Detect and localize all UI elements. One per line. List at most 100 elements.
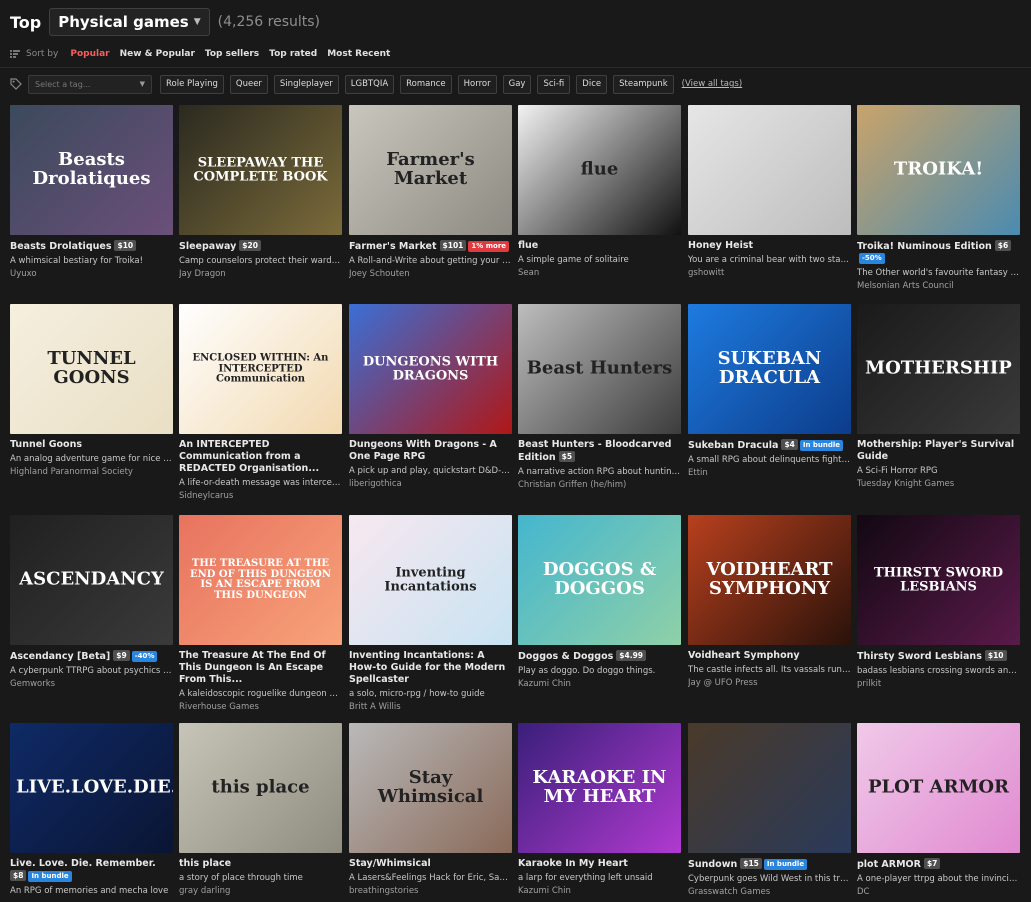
game-card[interactable]: ASCENDANCY Ascendancy [Beta] $9 -40% A cyber… xyxy=(10,515,173,691)
game-card[interactable]: KARAOKE IN MY HEART Karaoke In My Heart a … xyxy=(518,723,681,898)
game-card[interactable]: TROIKA! Troika! Numinous Edition $6 -50% The… xyxy=(857,105,1020,293)
tag-filter-role-playing[interactable]: Role Playing xyxy=(160,74,224,94)
game-card[interactable]: PLOT ARMOR plot ARMOR $7 A one-player ttrpg… xyxy=(857,723,1020,899)
game-author[interactable]: Uyuxo xyxy=(10,268,173,281)
game-title[interactable]: plot ARMOR xyxy=(857,859,921,870)
game-cover-image[interactable]: Farmer's Market xyxy=(349,105,512,235)
game-card[interactable]: MOTHERSHIP Mothership: Player's Survival … xyxy=(857,304,1020,491)
game-card[interactable]: Honey Heist You are a criminal bear with … xyxy=(688,105,851,280)
game-card[interactable]: this place this place a story of place thr… xyxy=(179,723,342,898)
game-author[interactable]: Kazumi Chin xyxy=(518,885,681,898)
game-card[interactable]: Beast Hunters Beast Hunters - Bloodcarved… xyxy=(518,304,681,492)
game-card[interactable]: THIRSTY SWORD LESBIANS Thirsty Sword Lesb… xyxy=(857,515,1020,691)
game-author[interactable]: Sean xyxy=(518,267,681,280)
tag-filter-steampunk[interactable]: Steampunk xyxy=(613,74,674,94)
tag-filter-queer[interactable]: Queer xyxy=(229,74,268,94)
game-author[interactable]: Melsonian Arts Council xyxy=(857,280,1020,293)
game-card[interactable]: Farmer's Market Farmer's Market $101 1% mor… xyxy=(349,105,512,281)
game-title[interactable]: The Treasure At The End Of This Dungeon … xyxy=(179,650,326,685)
game-card[interactable]: TUNNEL GOONS Tunnel Goons An analog advent… xyxy=(10,304,173,479)
game-title[interactable]: Sleepaway xyxy=(179,241,236,252)
game-card[interactable]: SLEEPAWAY THE COMPLETE BOOK Sleepaway $20 C… xyxy=(179,105,342,281)
game-card[interactable]: Stay Whimsical Stay/Whimsical A Lasers&Fee… xyxy=(349,723,512,898)
game-author[interactable]: Christian Griffen (he/him) xyxy=(518,479,681,492)
sort-tab-popular[interactable]: Popular xyxy=(70,49,109,59)
game-cover-image[interactable]: SLEEPAWAY THE COMPLETE BOOK xyxy=(179,105,342,235)
game-card[interactable]: LIVE.LOVE.DIE. Live. Love. Die. Remember.… xyxy=(10,723,173,898)
game-title[interactable]: Honey Heist xyxy=(688,240,753,251)
game-title[interactable]: Mothership: Player's Survival Guide xyxy=(857,439,1014,462)
game-card[interactable]: Inventing Incantations Inventing Incantat… xyxy=(349,515,512,714)
game-cover-image[interactable]: TROIKA! xyxy=(857,105,1020,235)
game-title[interactable]: Farmer's Market xyxy=(349,241,437,252)
game-cover-image[interactable]: Stay Whimsical xyxy=(349,723,512,853)
game-cover-image[interactable]: SUKEBAN DRACULA xyxy=(688,304,851,434)
game-author[interactable]: Kazumi Chin xyxy=(518,678,681,691)
game-cover-image[interactable]: DUNGEONS WITH DRAGONS xyxy=(349,304,512,434)
game-cover-image[interactable]: Beast Hunters xyxy=(518,304,681,434)
game-author[interactable]: Jay @ UFO Press xyxy=(688,677,851,690)
game-title[interactable]: Karaoke In My Heart xyxy=(518,858,628,869)
game-author[interactable]: Sidneylcarus xyxy=(179,490,342,503)
game-author[interactable]: Tuesday Knight Games xyxy=(857,478,1020,491)
game-author[interactable]: Ettin xyxy=(688,467,851,480)
tag-filter-gay[interactable]: Gay xyxy=(502,74,532,94)
game-author[interactable]: Grasswatch Games xyxy=(688,886,851,899)
game-author[interactable]: Highland Paranormal Society xyxy=(10,466,173,479)
game-cover-image[interactable]: DOGGOS & DOGGOS xyxy=(518,515,681,645)
game-author[interactable]: DC xyxy=(857,886,1020,899)
game-author[interactable]: Gemworks xyxy=(10,678,173,691)
game-title[interactable]: Inventing Incantations: A How-to Guide f… xyxy=(349,650,505,685)
category-dropdown[interactable]: Physical games ▼ xyxy=(49,8,210,36)
game-cover-image[interactable]: Inventing Incantations xyxy=(349,515,512,645)
tag-filter-sci-fi[interactable]: Sci-fi xyxy=(537,74,571,94)
game-title[interactable]: Stay/Whimsical xyxy=(349,858,431,869)
game-card[interactable]: Sundown $15 In bundle Cyberpunk goes Wild W… xyxy=(688,723,851,899)
game-title[interactable]: Thirsty Sword Lesbians xyxy=(857,651,982,662)
game-cover-image[interactable]: MOTHERSHIP xyxy=(857,304,1020,434)
tag-filter-lgbtqia[interactable]: LGBTQIA xyxy=(344,74,395,94)
game-card[interactable]: ENCLOSED WITHIN: An INTERCEPTED Communic… xyxy=(179,304,342,503)
game-author[interactable]: prilkit xyxy=(857,678,1020,691)
game-author[interactable]: gray darling xyxy=(179,885,342,898)
game-title[interactable]: Sundown xyxy=(688,859,737,870)
game-cover-image[interactable]: ASCENDANCY xyxy=(10,515,173,645)
tag-filter-singleplayer[interactable]: Singleplayer xyxy=(273,74,339,94)
game-title[interactable]: Troika! Numinous Edition xyxy=(857,241,992,252)
game-author[interactable]: Jay Dragon xyxy=(179,268,342,281)
game-cover-image[interactable]: KARAOKE IN MY HEART xyxy=(518,723,681,853)
game-cover-image[interactable]: flue xyxy=(518,105,681,235)
game-author[interactable]: Britt A Willis xyxy=(349,701,512,714)
game-cover-image[interactable]: VOIDHEART SYMPHONY xyxy=(688,515,851,645)
game-cover-image[interactable]: LIVE.LOVE.DIE. xyxy=(10,723,173,853)
game-title[interactable]: Doggos & Doggos xyxy=(518,651,613,662)
sort-tab-top-sellers[interactable]: Top sellers xyxy=(205,49,259,59)
game-author[interactable]: gshowitt xyxy=(688,267,851,280)
game-card[interactable]: Beasts Drolatiques Beasts Drolatiques $10 A… xyxy=(10,105,173,281)
game-title[interactable]: Beast Hunters - Bloodcarved Edition xyxy=(518,439,671,463)
game-title[interactable]: Live. Love. Die. Remember. xyxy=(10,858,156,869)
game-title[interactable]: Sukeban Dracula xyxy=(688,440,778,451)
sort-tab-new-popular[interactable]: New & Popular xyxy=(120,49,195,59)
game-card[interactable]: DOGGOS & DOGGOS Doggos & Doggos $4.99 Play … xyxy=(518,515,681,691)
view-all-tags-link[interactable]: (View all tags) xyxy=(682,79,743,89)
sort-tab-most-recent[interactable]: Most Recent xyxy=(327,49,390,59)
sort-tab-top-rated[interactable]: Top rated xyxy=(269,49,317,59)
game-title[interactable]: Dungeons With Dragons - A One Page RPG xyxy=(349,439,497,462)
game-title[interactable]: Beasts Drolatiques xyxy=(10,241,111,252)
game-title[interactable]: this place xyxy=(179,858,231,869)
game-title[interactable]: Ascendancy [Beta] xyxy=(10,651,110,662)
game-card[interactable]: DUNGEONS WITH DRAGONS Dungeons With Drago… xyxy=(349,304,512,491)
game-card[interactable]: SUKEBAN DRACULA Sukeban Dracula $4 In bundl… xyxy=(688,304,851,480)
game-author[interactable]: liberigothica xyxy=(349,478,512,491)
tag-select-dropdown[interactable]: Select a tag... ▼ xyxy=(28,74,152,94)
game-card[interactable]: VOIDHEART SYMPHONY Voidheart Symphony The … xyxy=(688,515,851,690)
game-cover-image[interactable]: THIRSTY SWORD LESBIANS xyxy=(857,515,1020,645)
game-author[interactable]: Joey Schouten xyxy=(349,268,512,281)
game-cover-image[interactable]: Beasts Drolatiques xyxy=(10,105,173,235)
game-title[interactable]: Tunnel Goons xyxy=(10,439,82,450)
game-cover-image[interactable]: THE TREASURE AT THE END OF THIS DUNGEON … xyxy=(179,515,342,645)
game-title[interactable]: flue xyxy=(518,240,538,251)
game-title[interactable]: Voidheart Symphony xyxy=(688,650,800,661)
game-author[interactable]: breathingstories xyxy=(349,885,512,898)
